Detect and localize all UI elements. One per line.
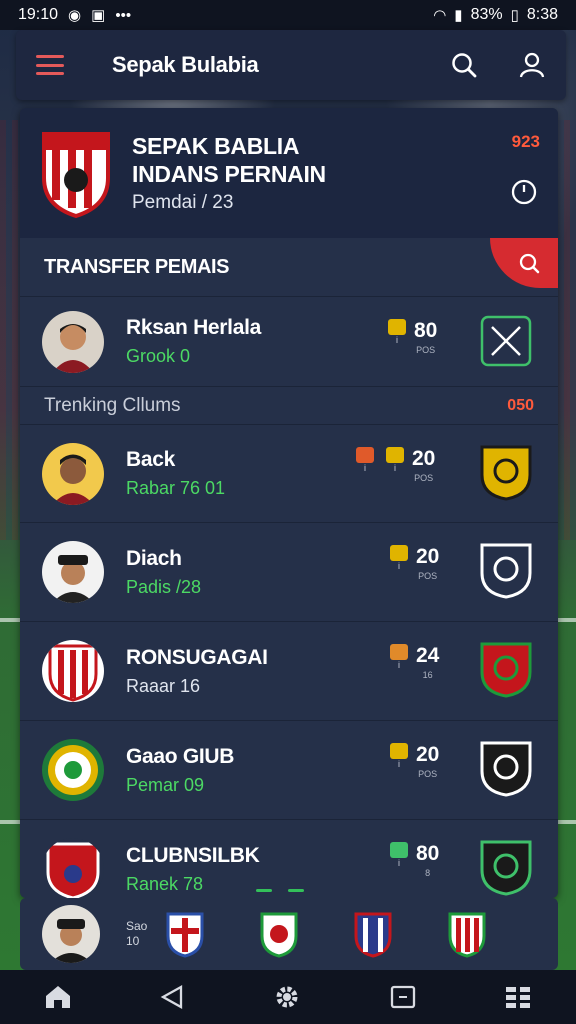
notification-icon: ◉	[68, 7, 82, 24]
tracking-title: Trenking Cllums	[44, 394, 181, 416]
settings-icon[interactable]	[273, 983, 301, 1011]
club-sub: Padis /28	[126, 576, 202, 597]
main-card: SEPAK BABLIA INDANS PERNAIN Pemdai / 23 …	[20, 108, 558, 898]
hero-title-line1: SEPAK BABLIA	[132, 133, 300, 159]
club-badge-icon[interactable]	[478, 441, 534, 501]
club-badge-icon[interactable]	[478, 638, 534, 698]
club-row[interactable]: RONSUGAGAI Raaar 16 i 24 16	[20, 621, 558, 720]
recent-apps-icon[interactable]	[389, 984, 417, 1010]
search-icon[interactable]	[450, 51, 478, 79]
club-row[interactable]: CLUBNSILBK Ranek 78 i 80 8	[20, 819, 558, 898]
player-stat-caption: POS	[416, 345, 436, 355]
club-list: Back Rabar 76 01 ii 20 POS Diach Padis /…	[20, 424, 558, 898]
club-crest-icon	[42, 132, 110, 218]
status-time: 19:10	[18, 6, 59, 23]
player-sub: Grook 0	[126, 346, 191, 366]
club-stat-caption: POS	[418, 769, 438, 779]
navigation-bar	[0, 970, 576, 1024]
club-badge-icon[interactable]	[478, 539, 534, 599]
club-crest-icon[interactable]	[353, 910, 393, 958]
club-stat-caption: 16	[422, 670, 433, 680]
club-name: CLUBNSILBK	[126, 843, 260, 867]
app-bar: Sepak Bulabia	[16, 30, 566, 100]
club-stat-caption: POS	[418, 571, 438, 581]
grid-icon[interactable]	[504, 984, 532, 1010]
club-avatar	[42, 739, 104, 801]
back-icon[interactable]	[159, 984, 185, 1010]
search-button[interactable]	[490, 238, 558, 288]
user-icon[interactable]	[518, 51, 546, 79]
club-stat-caption: POS	[414, 473, 434, 483]
club-name: RONSUGAGAI	[126, 645, 268, 669]
home-icon[interactable]	[44, 984, 72, 1010]
club-name: Diach	[126, 546, 182, 570]
hero-count: 923	[511, 132, 540, 151]
club-stat-value: 20	[416, 743, 440, 766]
strip-meta-line2: 10	[126, 934, 140, 948]
trophy-icon: i	[390, 644, 408, 670]
trophy-icon: i	[386, 447, 404, 473]
club-sub: Raaar 16	[126, 675, 201, 696]
photo-icon: ▣	[91, 7, 106, 24]
status-clock: 8:38	[526, 6, 558, 23]
club-avatar	[42, 838, 104, 898]
trophy-icon: i	[390, 743, 408, 769]
club-hero: SEPAK BABLIA INDANS PERNAIN Pemdai / 23 …	[20, 108, 558, 238]
bottom-strip: Sao 10	[20, 898, 558, 970]
page-indicator	[256, 889, 304, 892]
trophy-icon: i	[356, 447, 374, 473]
hero-title-line2: INDANS PERNAIN	[132, 161, 326, 187]
section-title: TRANSFER PEMAIS	[44, 255, 230, 278]
battery-percent: 83%	[470, 6, 503, 23]
club-sub: Pemar 09	[126, 774, 205, 795]
player-avatar	[42, 310, 104, 373]
transfer-section-header: TRANSFER PEMAIS	[20, 238, 558, 296]
club-avatar	[42, 541, 104, 603]
trophy-icon: i	[390, 842, 408, 868]
app-title: Sepak Bulabia	[112, 52, 259, 77]
club-badge-icon[interactable]	[478, 836, 534, 896]
club-badge-icon[interactable]	[478, 737, 534, 797]
club-row[interactable]: Diach Padis /28 i 20 POS	[20, 522, 558, 621]
club-avatar	[42, 442, 104, 505]
player-row[interactable]: Rksan Herlala Grook 0 i 80 POS	[20, 296, 558, 386]
tracking-count: 050	[507, 396, 534, 414]
player-name: Rksan Herlala	[126, 316, 262, 339]
hero-subtitle: Pemdai / 23	[132, 192, 234, 213]
search-icon	[519, 253, 540, 274]
club-stat-value: 20	[412, 447, 436, 470]
club-sub: Ranek 78	[126, 873, 204, 894]
club-stat-value: 80	[416, 842, 440, 865]
menu-icon[interactable]	[36, 55, 64, 75]
club-sub: Rabar 76 01	[126, 478, 226, 498]
strip-meta-line1: Sao	[126, 919, 148, 933]
coach-avatar[interactable]	[42, 905, 100, 963]
club-stat-value: 20	[416, 545, 440, 568]
status-bar: 19:10 ◉ ▣ ••• ◠ ▮ 83% ▯ 8:38	[0, 0, 576, 30]
more-dots-icon: •••	[115, 6, 132, 24]
tracking-header: Trenking Cllums 050	[20, 386, 558, 424]
club-stat-value: 24	[416, 644, 440, 667]
transfer-icon[interactable]	[478, 311, 534, 371]
clock-icon[interactable]	[510, 178, 538, 206]
trophy-icon: i	[390, 545, 408, 571]
club-crest-icon[interactable]	[447, 910, 487, 958]
club-avatar	[42, 640, 104, 702]
signal-icon: ▮	[454, 7, 463, 24]
club-name: Back	[126, 448, 176, 471]
club-row[interactable]: Gaao GIUB Pemar 09 i 20 POS	[20, 720, 558, 819]
player-stat-value: 80	[414, 319, 438, 342]
battery-icon: ▯	[510, 7, 519, 24]
club-name: Gaao GIUB	[126, 744, 235, 768]
club-crest-icon[interactable]	[165, 910, 205, 958]
trophy-icon: i	[388, 319, 406, 345]
club-crest-icon[interactable]	[259, 910, 299, 958]
club-stat-caption: 8	[425, 868, 431, 878]
club-row[interactable]: Back Rabar 76 01 ii 20 POS	[20, 424, 558, 522]
wifi-icon: ◠	[433, 7, 447, 24]
